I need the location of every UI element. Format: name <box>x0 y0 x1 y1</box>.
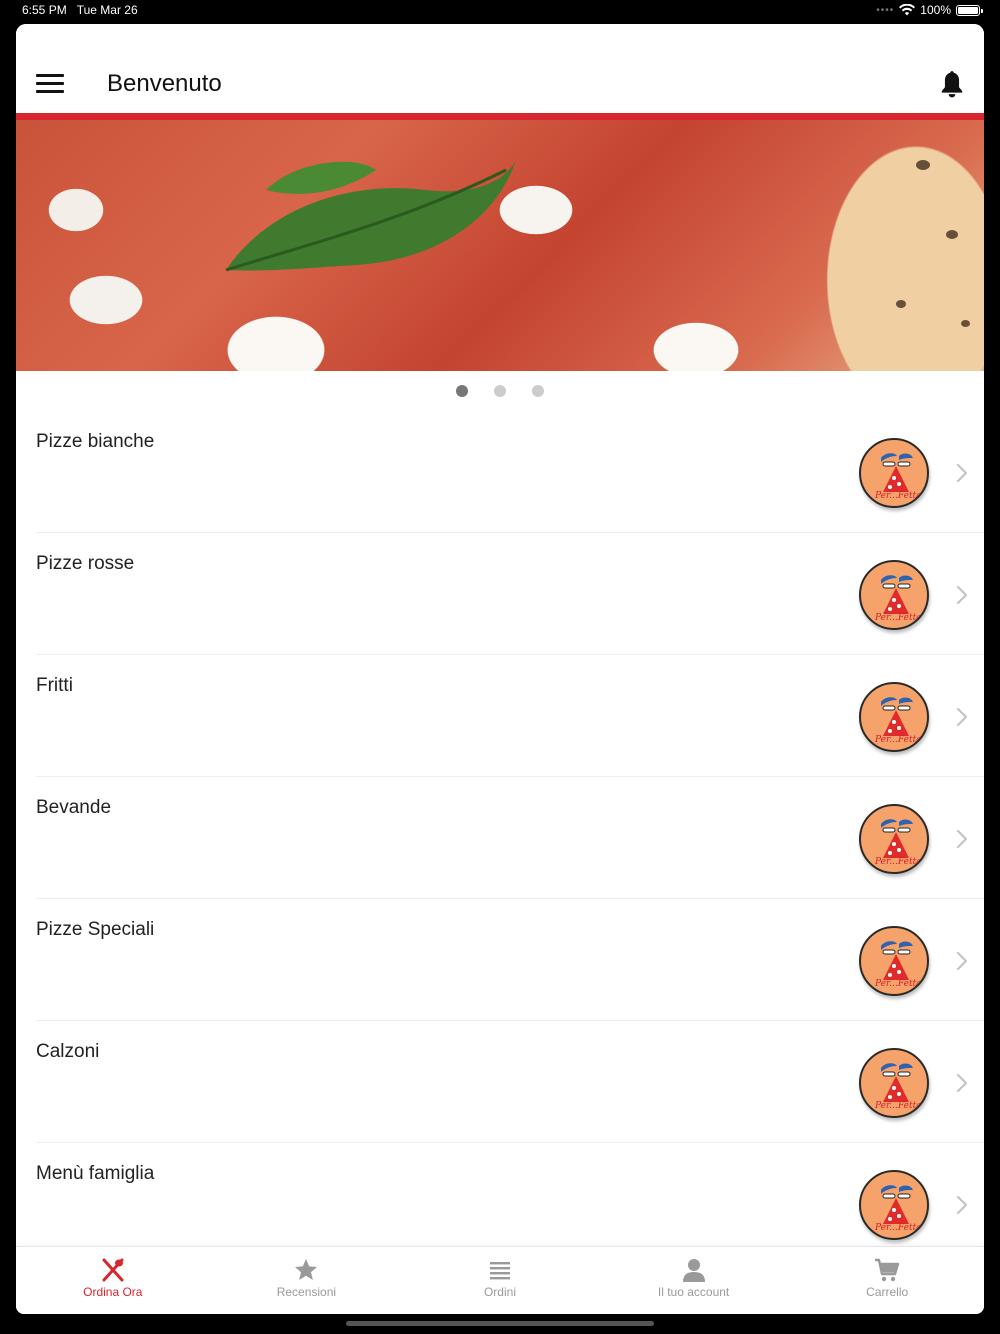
status-bar: 6:55 PM Tue Mar 26 •••• 100% <box>0 0 1000 24</box>
app-window: Benvenuto Pizze bianche Per...Fetta Pizze … <box>16 24 984 1314</box>
status-right: •••• 100% <box>876 3 983 17</box>
category-logo-image: Per...Fetta <box>859 1048 929 1118</box>
category-label: Pizze bianche <box>36 431 155 452</box>
battery-icon <box>956 4 983 16</box>
tab-label: Recensioni <box>276 1285 337 1299</box>
svg-text:Per...Fetta: Per...Fetta <box>874 735 922 745</box>
basil-leaf-illustration <box>225 160 516 272</box>
chevron-right-icon <box>956 951 968 971</box>
list-icon <box>489 1262 510 1280</box>
category-label: Pizze rosse <box>36 553 135 574</box>
category-logo-image: Per...Fetta <box>859 438 929 508</box>
tab-label: Ordina Ora <box>83 1285 143 1299</box>
category-row[interactable]: Fritti Per...Fetta <box>36 655 984 777</box>
chevron-right-icon <box>956 829 968 849</box>
chevron-right-icon <box>956 463 968 483</box>
category-label: Bevande <box>36 797 112 818</box>
home-indicator[interactable] <box>346 1321 654 1326</box>
chevron-right-icon <box>956 1195 968 1215</box>
tab-carrello[interactable]: Carrello <box>790 1247 984 1314</box>
fork-spoon-icon <box>102 1258 124 1282</box>
category-row[interactable]: Pizze rosse Per...Fetta <box>36 533 984 655</box>
category-row[interactable]: Calzoni Per...Fetta <box>36 1021 984 1143</box>
top-bar: Benvenuto <box>16 24 984 120</box>
battery-percent: 100% <box>920 3 951 17</box>
category-list: Pizze bianche Per...Fetta Pizze rosse Per..… <box>16 411 984 1265</box>
category-row[interactable]: Pizze Speciali Per...Fetta <box>36 899 984 1021</box>
svg-text:Per...Fetta: Per...Fetta <box>874 1101 922 1111</box>
tab-recensioni[interactable]: Recensioni <box>210 1247 404 1314</box>
pager-dot-3[interactable] <box>532 385 544 397</box>
category-label: Fritti <box>36 675 73 696</box>
svg-text:Per...Fetta: Per...Fetta <box>874 1223 922 1233</box>
pager-dot-1[interactable] <box>456 385 468 397</box>
tab-ordina-ora[interactable]: Ordina Ora <box>16 1247 210 1314</box>
page-title: Benvenuto <box>107 70 222 97</box>
chevron-right-icon <box>956 1073 968 1093</box>
tab-label: Carrello <box>866 1285 909 1299</box>
user-icon <box>682 1259 705 1282</box>
category-label: Menù famiglia <box>36 1163 155 1184</box>
svg-text:Per...Fetta: Per...Fetta <box>874 857 922 867</box>
category-row[interactable]: Pizze bianche Per...Fetta <box>36 411 984 533</box>
category-logo-image: Per...Fetta <box>859 926 929 996</box>
carousel-pager <box>16 371 984 411</box>
category-logo-image: Per...Fetta <box>859 1170 929 1240</box>
category-label: Pizze Speciali <box>36 919 155 940</box>
chevron-right-icon <box>956 585 968 605</box>
cart-icon <box>875 1258 900 1282</box>
category-logo-image: Per...Fetta <box>859 560 929 630</box>
crust-char-mark <box>916 160 930 170</box>
pager-dot-2[interactable] <box>494 385 506 397</box>
svg-text:Per...Fetta: Per...Fetta <box>874 491 922 501</box>
signal-dots-icon: •••• <box>876 4 895 16</box>
tab-label: Ordini <box>483 1285 516 1299</box>
category-row[interactable]: Bevande Per...Fetta <box>36 777 984 899</box>
bell-icon[interactable] <box>939 69 965 99</box>
tab-label: Il tuo account <box>657 1285 730 1299</box>
category-logo-image: Per...Fetta <box>859 804 929 874</box>
status-time: 6:55 PM Tue Mar 26 <box>22 3 138 17</box>
crust-char-mark <box>961 320 970 327</box>
svg-text:Per...Fetta: Per...Fetta <box>874 979 922 989</box>
promo-banner-image[interactable] <box>16 120 984 371</box>
tab-ordini[interactable]: Ordini <box>403 1247 597 1314</box>
bottom-tab-bar: Ordina Ora Recensioni Ordini Il tuo acco… <box>16 1246 984 1314</box>
crust-char-mark <box>946 230 958 239</box>
svg-text:Per...Fetta: Per...Fetta <box>874 613 922 623</box>
chevron-right-icon <box>956 707 968 727</box>
crust-char-mark <box>896 300 906 308</box>
wifi-icon <box>899 4 916 16</box>
tab-account[interactable]: Il tuo account <box>597 1247 791 1314</box>
category-label: Calzoni <box>36 1041 100 1062</box>
star-icon <box>295 1259 318 1280</box>
category-logo-image: Per...Fetta <box>859 682 929 752</box>
hamburger-menu-icon[interactable] <box>36 74 64 94</box>
